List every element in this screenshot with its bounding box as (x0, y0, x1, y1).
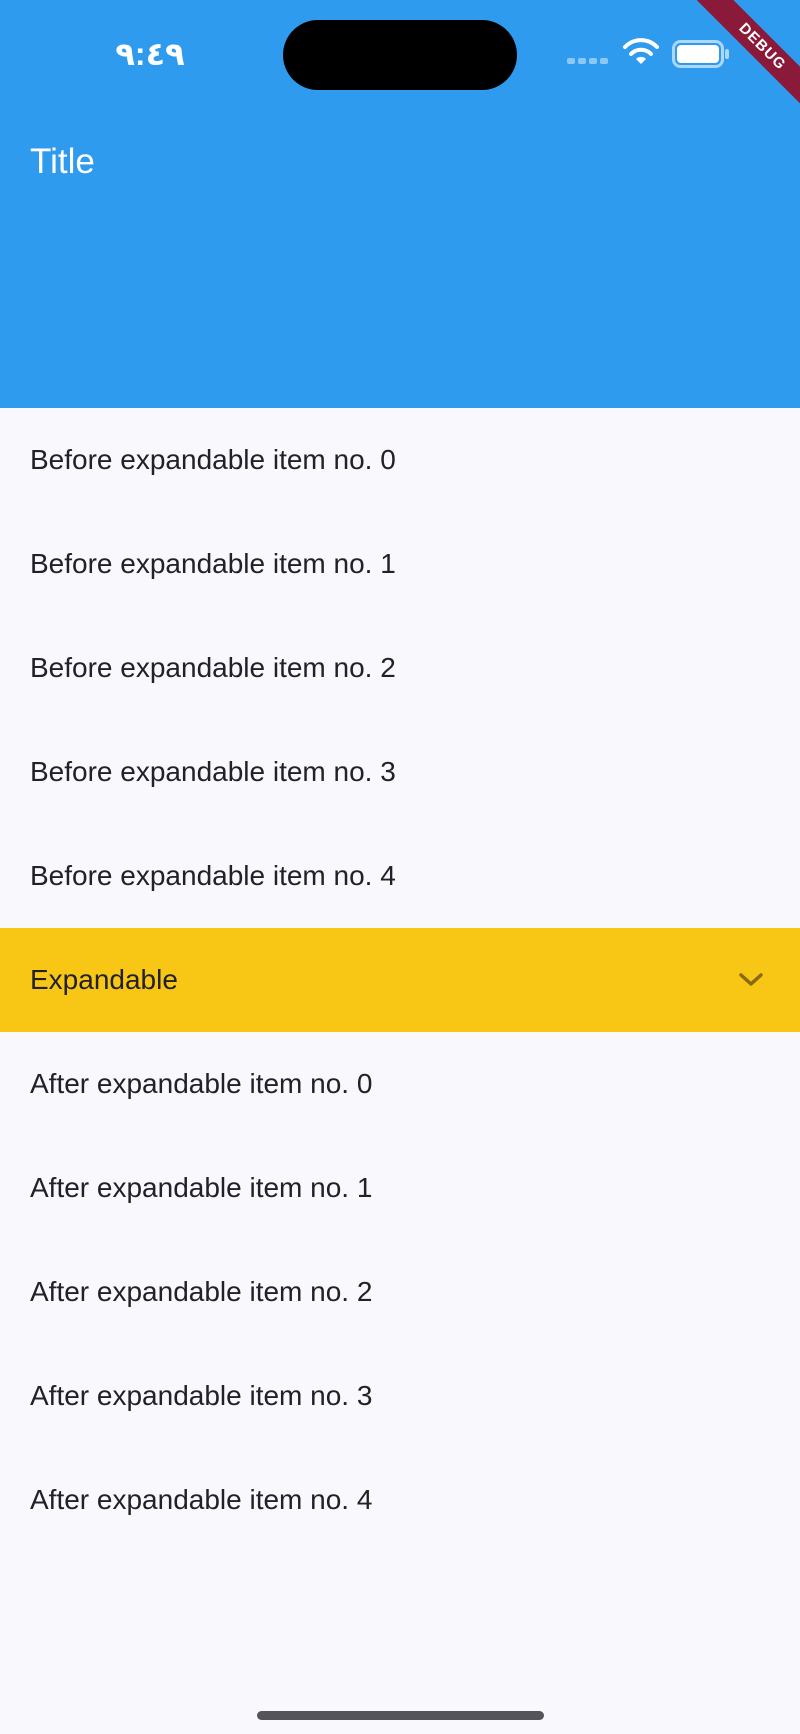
list-item-before-4[interactable]: Before expandable item no. 4 (0, 824, 800, 928)
dynamic-island (283, 20, 517, 90)
app-bar: ٩:٤٩ DEBUG Title (0, 0, 800, 408)
list-item-after-1[interactable]: After expandable item no. 1 (0, 1136, 800, 1240)
wifi-icon (623, 38, 659, 64)
list-item-before-1[interactable]: Before expandable item no. 1 (0, 512, 800, 616)
list-item-label: Before expandable item no. 1 (30, 548, 396, 579)
list-item-before-2[interactable]: Before expandable item no. 2 (0, 616, 800, 720)
list-item-after-3[interactable]: After expandable item no. 3 (0, 1344, 800, 1448)
screen: ٩:٤٩ DEBUG Title Before expandable item … (0, 0, 800, 1734)
battery-icon (672, 40, 729, 68)
cellular-signal-icon (567, 58, 609, 66)
list-item-label: Before expandable item no. 0 (30, 444, 396, 475)
list-item-before-3[interactable]: Before expandable item no. 3 (0, 720, 800, 824)
list-item-label: After expandable item no. 2 (30, 1276, 373, 1307)
list-item-after-2[interactable]: After expandable item no. 2 (0, 1240, 800, 1344)
status-time: ٩:٤٩ (115, 36, 185, 72)
expandable-label: Expandable (30, 964, 178, 995)
page-title: Title (30, 142, 95, 181)
chevron-down-icon[interactable] (738, 972, 764, 988)
expandable-tile[interactable]: Expandable (0, 928, 800, 1032)
list-item-label: After expandable item no. 1 (30, 1172, 373, 1203)
list-item-label: After expandable item no. 0 (30, 1068, 373, 1099)
list-item-label: After expandable item no. 4 (30, 1484, 373, 1515)
home-indicator[interactable] (257, 1711, 544, 1720)
list-item-label: Before expandable item no. 3 (30, 756, 396, 787)
list-item-label: Before expandable item no. 2 (30, 652, 396, 683)
list-item-label: After expandable item no. 3 (30, 1380, 373, 1411)
list-item-after-4[interactable]: After expandable item no. 4 (0, 1448, 800, 1552)
list-item-label: Before expandable item no. 4 (30, 860, 396, 891)
item-list: Before expandable item no. 0 Before expa… (0, 408, 800, 1552)
list-item-after-0[interactable]: After expandable item no. 0 (0, 1032, 800, 1136)
list-item-before-0[interactable]: Before expandable item no. 0 (0, 408, 800, 512)
